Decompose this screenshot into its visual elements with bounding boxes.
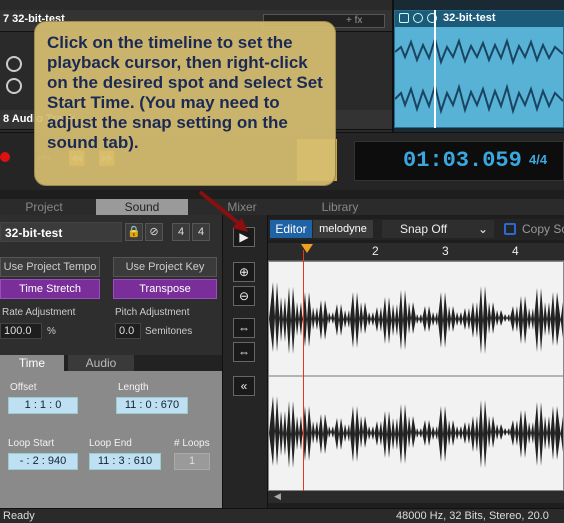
rate-adjustment-field[interactable]: 100.0 xyxy=(0,323,42,339)
offset-field[interactable]: 1 : 1 : 0 xyxy=(8,397,78,414)
copy-icon xyxy=(504,223,516,235)
zoom-horizontal-out-icon[interactable]: ⇔ xyxy=(233,342,255,362)
meter-numerator[interactable]: 4 xyxy=(172,223,190,241)
audio-format-text: 48000 Hz, 32 Bits, Stereo, 20.0 xyxy=(396,510,549,522)
tab-editor[interactable]: Editor xyxy=(270,220,312,238)
no-icon[interactable]: ⊘ xyxy=(145,223,163,241)
time-signature: 4/4 xyxy=(529,152,548,167)
lower-tabs: Time Audio xyxy=(0,355,222,371)
loop-end-field[interactable]: 11 : 3 : 610 xyxy=(89,453,161,470)
help-tooltip: Click on the timeline to set the playbac… xyxy=(34,21,336,186)
ruler-label: 2 xyxy=(372,244,379,258)
arrow-icon xyxy=(198,190,248,232)
use-project-key-toggle[interactable]: Use Project Key xyxy=(113,257,217,277)
waveform-editor[interactable] xyxy=(268,261,564,491)
loop-start-label: Loop Start xyxy=(8,438,55,449)
record-icon[interactable] xyxy=(0,152,10,162)
pitch-adjustment-label: Pitch Adjustment xyxy=(115,307,190,318)
waveform xyxy=(269,282,563,468)
ruler-label: 3 xyxy=(442,244,449,258)
copy-sound-button[interactable]: Copy Sound xyxy=(500,220,564,238)
use-project-tempo-toggle[interactable]: Use Project Tempo xyxy=(0,257,100,277)
offset-label: Offset xyxy=(10,382,37,393)
lock-icon[interactable]: 🔒 xyxy=(125,223,143,241)
scroll-left-icon[interactable]: ◀ xyxy=(274,491,281,502)
pitch-unit: Semitones xyxy=(145,326,193,337)
tab-project[interactable]: Project xyxy=(0,199,88,215)
tab-melodyne[interactable]: melodyne xyxy=(313,220,373,238)
loops-field[interactable]: 1 xyxy=(174,453,210,470)
pitch-adjustment-field[interactable]: 0.0 xyxy=(115,323,141,339)
tab-library[interactable]: Library xyxy=(296,199,384,215)
loop-start-field[interactable]: - : 2 : 940 xyxy=(8,453,78,470)
collapse-icon[interactable]: « xyxy=(233,376,255,396)
status-text: Ready xyxy=(3,510,35,522)
cursor-flag-icon[interactable] xyxy=(301,244,313,253)
zoom-in-icon[interactable]: ⊕ xyxy=(233,262,255,282)
clip-title-bar[interactable]: 32-bit-test xyxy=(395,11,564,27)
length-field[interactable]: 11 : 0 : 670 xyxy=(116,397,188,414)
panel-tabs: Project Sound Mixer Library xyxy=(0,199,564,215)
length-label: Length xyxy=(118,382,149,393)
chevron-down-icon: ⌄ xyxy=(477,222,488,236)
playback-cursor-line[interactable] xyxy=(303,250,304,491)
time-readout: 01:03.059 xyxy=(403,148,522,173)
monitor-icon[interactable] xyxy=(6,56,22,72)
tab-sound[interactable]: Sound xyxy=(96,199,188,215)
copy-label: Copy Sound xyxy=(522,222,564,236)
snap-label: Snap Off xyxy=(400,222,448,236)
tab-audio[interactable]: Audio xyxy=(68,355,134,371)
tab-time[interactable]: Time xyxy=(0,355,64,371)
rate-adjustment-label: Rate Adjustment xyxy=(2,307,76,318)
zoom-horizontal-in-icon[interactable]: ⇔ xyxy=(233,318,255,338)
playback-cursor[interactable] xyxy=(434,10,436,128)
transpose-button[interactable]: Transpose xyxy=(113,279,217,299)
loop-end-label: Loop End xyxy=(89,438,132,449)
audio-clip[interactable]: 32-bit-test xyxy=(394,10,564,128)
clip-name: 32-bit-test xyxy=(443,12,496,24)
horizontal-scrollbar[interactable]: ◀ xyxy=(268,491,564,503)
clip-name-field[interactable]: 32-bit-test xyxy=(0,222,122,242)
clip-waveform xyxy=(395,35,563,115)
ruler-label: 4 xyxy=(512,244,519,258)
snap-dropdown[interactable]: Snap Off ⌄ xyxy=(382,220,494,238)
rate-unit: % xyxy=(47,326,56,337)
time-stretch-button[interactable]: Time Stretch xyxy=(0,279,100,299)
zoom-out-icon[interactable]: ⊖ xyxy=(233,286,255,306)
input-icon[interactable] xyxy=(6,78,22,94)
play-icon[interactable] xyxy=(399,13,409,23)
tooltip-text: Click on the timeline to set the playbac… xyxy=(47,33,323,152)
loops-label: # Loops xyxy=(174,438,210,449)
no-icon[interactable] xyxy=(413,13,423,23)
fx-button[interactable]: + fx xyxy=(346,15,362,26)
